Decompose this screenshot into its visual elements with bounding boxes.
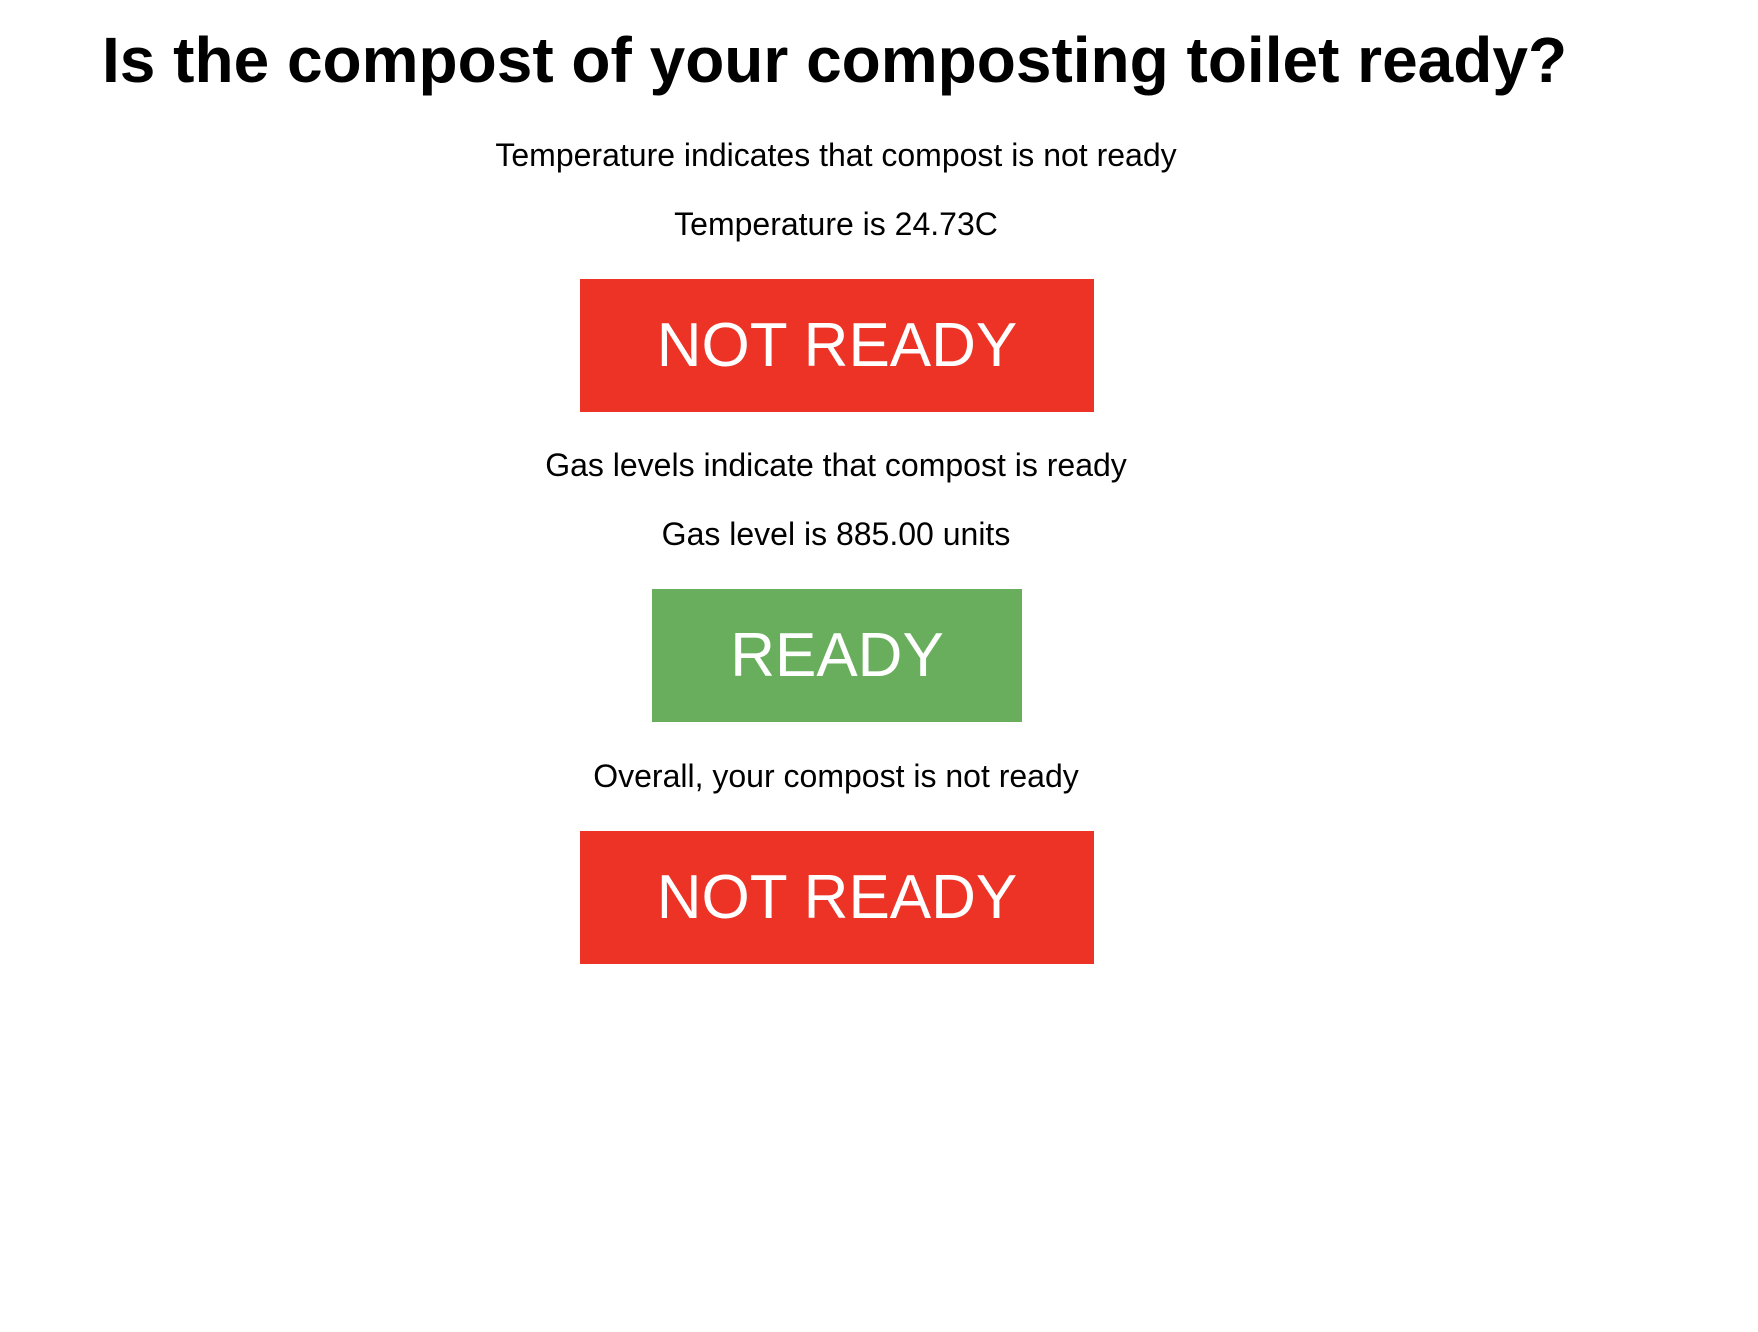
overall-status-badge: NOT READY bbox=[580, 831, 1094, 964]
page-title: Is the compost of your composting toilet… bbox=[102, 24, 1568, 96]
gas-status-badge: READY bbox=[652, 589, 1022, 722]
temperature-status-label: NOT READY bbox=[656, 311, 1018, 380]
temperature-indication-text: Temperature indicates that compost is no… bbox=[495, 137, 1177, 173]
overall-summary-text: Overall, your compost is not ready bbox=[593, 758, 1079, 794]
gas-status-label: READY bbox=[730, 621, 944, 690]
temperature-status-badge: NOT READY bbox=[580, 279, 1094, 412]
gas-reading-text: Gas level is 885.00 units bbox=[661, 516, 1011, 552]
gas-indication-text: Gas levels indicate that compost is read… bbox=[545, 447, 1127, 483]
temperature-reading-text: Temperature is 24.73C bbox=[674, 206, 998, 242]
overall-status-label: NOT READY bbox=[656, 863, 1018, 932]
